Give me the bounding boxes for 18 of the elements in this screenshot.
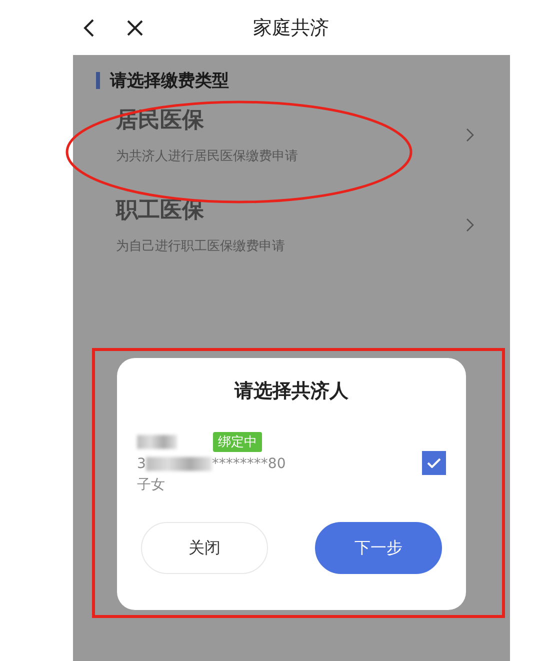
id-end: ********80: [212, 456, 286, 472]
blurred-id: [146, 457, 212, 471]
chevron-icon: [466, 128, 474, 142]
next-button[interactable]: 下一步: [315, 522, 442, 574]
close-dialog-button[interactable]: 关闭: [141, 522, 268, 574]
checkbox[interactable]: [422, 451, 446, 475]
dialog-title: 请选择共济人: [234, 379, 348, 404]
check-icon: [427, 458, 441, 468]
option-description: 为共济人进行居民医保缴费申请: [116, 148, 298, 165]
section-title: 请选择缴费类型: [110, 70, 229, 92]
chevron-icon: [466, 218, 474, 232]
option-description: 为自己进行职工医保缴费申请: [116, 238, 285, 255]
relation-label: 子女: [137, 476, 165, 494]
id-start: 3: [137, 456, 146, 472]
section-marker: [96, 72, 100, 88]
page-title: 家庭共济: [252, 16, 329, 40]
blurred-name: [137, 435, 177, 449]
status-tag: 绑定中: [213, 432, 262, 452]
